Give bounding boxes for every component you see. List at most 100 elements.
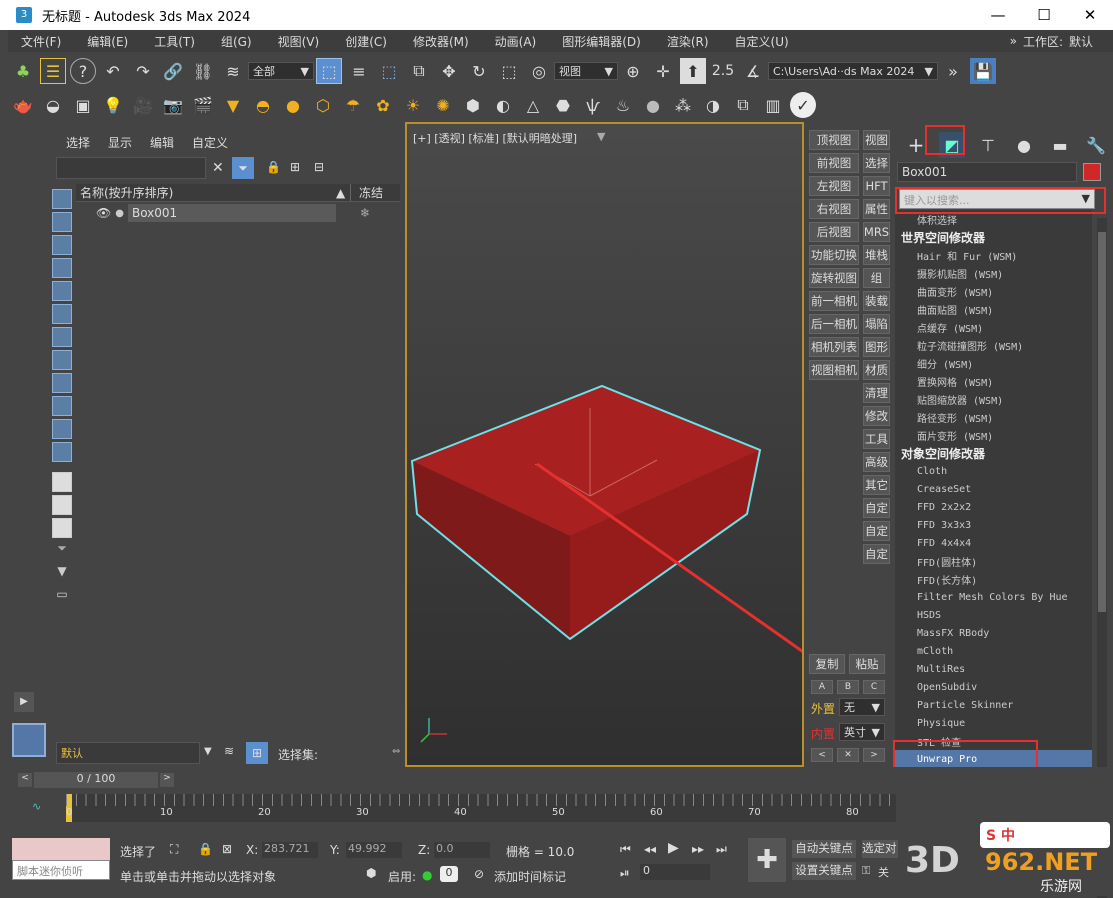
menu-graph-editors[interactable]: 图形编辑器(D)	[549, 33, 654, 50]
modifier-item[interactable]: 点缓存 (WSM)	[895, 318, 1092, 336]
hierarchy-icon[interactable]: ⊞	[290, 160, 300, 174]
menu-customize[interactable]: 自定义(U)	[722, 33, 802, 50]
select-object-icon[interactable]: ⬚	[316, 58, 342, 84]
modifier-item[interactable]: FFD 2x2x2	[895, 498, 1092, 516]
rotate-icon[interactable]: ↻	[466, 58, 492, 84]
modifier-item[interactable]: FFD(长方体)	[895, 570, 1092, 588]
next-camera-button[interactable]: 后一相机	[809, 314, 859, 334]
unlink-icon[interactable]: ⛓	[190, 58, 216, 84]
back-view-button[interactable]: 后视图	[809, 222, 859, 242]
c-button[interactable]: C	[863, 680, 885, 694]
placement-icon[interactable]: ◎	[526, 58, 552, 84]
menu-modifiers[interactable]: 修改器(M)	[400, 33, 482, 50]
y-coord-input[interactable]: 49.992	[346, 842, 402, 858]
render-setup-icon[interactable]: ▣	[70, 92, 96, 118]
layers-icon[interactable]: ≋	[224, 744, 234, 758]
camera-list-button[interactable]: 相机列表	[809, 337, 859, 357]
set-key-button[interactable]: 设置关键点	[792, 862, 856, 880]
unit-dropdown[interactable]: 英寸 ▼	[839, 723, 885, 741]
save-file-icon[interactable]: 💾	[970, 58, 996, 84]
rect-selection-icon[interactable]: ⬚	[376, 58, 402, 84]
freeze-icon[interactable]: ❄	[360, 206, 370, 220]
group-button[interactable]: 组	[863, 268, 890, 288]
render-icon[interactable]: 🎥	[130, 92, 156, 118]
filter-icon[interactable]: ⏷	[232, 157, 254, 179]
arrow-left-icon[interactable]: <	[811, 748, 833, 762]
modifier-item[interactable]: MassFX RBody	[895, 624, 1092, 642]
spacewarp-filter-icon[interactable]	[52, 304, 72, 324]
set-key-big-icon[interactable]: ✚	[748, 838, 786, 882]
selection-lock-icon[interactable]: 🔒	[198, 842, 213, 856]
a-button[interactable]: A	[811, 680, 833, 694]
sky-light-icon[interactable]: ✿	[370, 92, 396, 118]
modifier-item[interactable]: 摄影机贴图 (WSM)	[895, 264, 1092, 282]
angle-snap-icon[interactable]: ∡	[740, 58, 766, 84]
custom-button-2[interactable]: 自定	[863, 521, 890, 541]
utilities-tab-icon[interactable]: 🔧	[1083, 132, 1109, 158]
tab-display[interactable]: 显示	[108, 134, 132, 151]
bone-filter-icon[interactable]	[52, 373, 72, 393]
light-filter-icon[interactable]	[52, 235, 72, 255]
lock-icon[interactable]: 🔒	[266, 160, 281, 174]
menu-views[interactable]: 视图(V)	[265, 33, 333, 50]
bind-spacewarp-icon[interactable]: ≋	[220, 58, 246, 84]
prev-camera-button[interactable]: 前一相机	[809, 291, 859, 311]
maximize-button[interactable]: ☐	[1021, 6, 1067, 24]
mushroom-light-icon[interactable]: ☂	[340, 92, 366, 118]
frame-slider[interactable]: 0 / 100	[34, 772, 158, 788]
collapse-button[interactable]: 塌陷	[863, 314, 890, 334]
timeline-track[interactable]: 0 10 20 30 40 50 60 70 80	[66, 794, 896, 822]
perspective-viewport[interactable]: [+] [透视] [标准] [默认明暗处理] ▼	[405, 122, 804, 767]
scene-explorer-icon[interactable]: ♣	[10, 58, 36, 84]
snaps-toggle-icon[interactable]: 2.5	[710, 58, 736, 84]
modifier-item[interactable]: 粒子流碰撞图形 (WSM)	[895, 336, 1092, 354]
spot-light-icon[interactable]: ▼	[220, 92, 246, 118]
link-icon[interactable]: 🔗	[160, 58, 186, 84]
prev-key-icon[interactable]: ◂◂	[644, 842, 656, 856]
modifier-item[interactable]: 路径变形 (WSM)	[895, 408, 1092, 426]
camera-icon[interactable]: 📷	[160, 92, 186, 118]
modifier-item[interactable]: Filter Mesh Colors By Hue	[895, 588, 1092, 606]
layer-manager-icon[interactable]: ☰	[40, 58, 66, 84]
fire-icon[interactable]: ♨	[610, 92, 636, 118]
tab-edit[interactable]: 编辑	[150, 134, 174, 151]
viewport-layout-icon[interactable]	[12, 723, 46, 757]
modifier-item[interactable]: mCloth	[895, 642, 1092, 660]
script-input[interactable]: 脚本迷你侦听	[12, 860, 110, 880]
prev-frame-icon[interactable]: <	[18, 773, 32, 787]
close-x-icon[interactable]: ✕	[837, 748, 859, 762]
selection-set-icon[interactable]: ⊞	[246, 742, 268, 764]
curve-editor-icon[interactable]: ∿	[32, 800, 41, 813]
workspace-arrow[interactable]: »	[1010, 34, 1017, 48]
custom-button-1[interactable]: 自定	[863, 498, 890, 518]
reference-coordinate-dropdown[interactable]: 视图 ▼	[554, 62, 618, 80]
grass-icon[interactable]: ѱ	[580, 92, 606, 118]
modifier-item[interactable]: 贴图缩放器 (WSM)	[895, 390, 1092, 408]
add-time-tag[interactable]: 添加时间标记	[494, 868, 566, 885]
globe-icon[interactable]: ◐	[490, 92, 516, 118]
motion-tab-icon[interactable]: ●	[1011, 132, 1037, 158]
modifier-item[interactable]: Hair 和 Fur (WSM)	[895, 246, 1092, 264]
funnel-icon[interactable]: ⏷	[52, 541, 72, 561]
project-path-dropdown[interactable]: C:\Users\Ad··ds Max 2024 ▼	[768, 62, 938, 80]
select-button[interactable]: 选择	[863, 153, 890, 173]
camera-filter-icon[interactable]	[52, 258, 72, 278]
scene-search-input[interactable]	[56, 157, 206, 179]
x-coord-input[interactable]: 283.721	[262, 842, 318, 858]
workspace-value[interactable]: 默认	[1069, 33, 1093, 50]
object-color-swatch[interactable]	[1083, 163, 1101, 181]
pivot-center-icon[interactable]: ⊕	[620, 58, 646, 84]
teapot-icon[interactable]: 🫖	[10, 92, 36, 118]
close-button[interactable]: ✕	[1067, 6, 1113, 24]
dome-light-icon[interactable]: ◓	[250, 92, 276, 118]
table-row[interactable]: 👁 ● Box001 ❄	[76, 204, 400, 222]
arrow-right-icon[interactable]: >	[863, 748, 885, 762]
modify-button[interactable]: 修改	[863, 406, 890, 426]
selection-filter-dropdown[interactable]: 全部 ▼	[248, 62, 314, 80]
modifier-item[interactable]: 置换网格 (WSM)	[895, 372, 1092, 390]
modifier-item[interactable]: CreaseSet	[895, 480, 1092, 498]
modifier-item[interactable]: Cloth	[895, 462, 1092, 480]
stats-icon[interactable]: ▥	[760, 92, 786, 118]
b-button[interactable]: B	[837, 680, 859, 694]
custom-button-3[interactable]: 自定	[863, 544, 890, 564]
